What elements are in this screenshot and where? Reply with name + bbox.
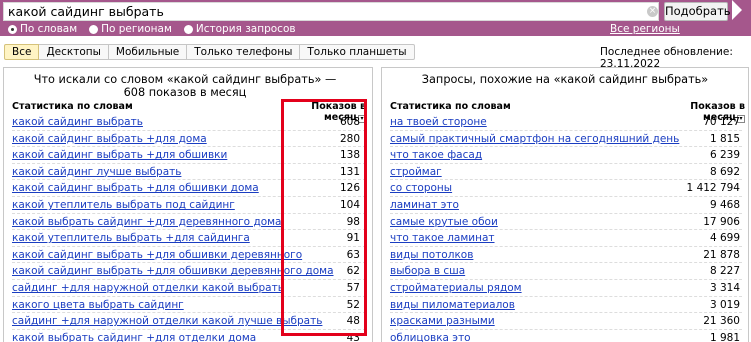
keyword-link[interactable]: сайдинг +для наружной отделки какой лучш… bbox=[12, 315, 322, 327]
keyword-link[interactable]: красками разными bbox=[390, 315, 495, 327]
table-row: ламинат это 9 468 bbox=[390, 197, 742, 214]
tab-desktops[interactable]: Десктопы bbox=[39, 44, 109, 60]
table-row: облицовка это 1 981 bbox=[390, 330, 742, 342]
impressions-count: 6 239 bbox=[709, 149, 740, 162]
arrow-tail-decoration bbox=[732, 0, 742, 20]
right-panel: Запросы, похожие на «какой сайдинг выбра… bbox=[381, 67, 749, 342]
tab-mobile[interactable]: Мобильные bbox=[108, 44, 188, 60]
keyword-link[interactable]: со стороны bbox=[390, 182, 452, 194]
impressions-count: 3 314 bbox=[709, 282, 740, 294]
radio-checked-icon[interactable] bbox=[8, 24, 17, 34]
radio-by-words[interactable]: По словам bbox=[8, 23, 77, 35]
impressions-count: 1 815 bbox=[709, 132, 740, 145]
impressions-count: 1 981 bbox=[709, 331, 740, 342]
keyword-link[interactable]: сайдинг +для наружной отделки какой выбр… bbox=[12, 282, 284, 294]
table-row: красками разными 21 360 bbox=[390, 313, 742, 330]
tab-all[interactable]: Все bbox=[4, 44, 40, 60]
radio-label: По словам bbox=[20, 23, 78, 35]
keyword-link[interactable]: какой утеплитель выбрать +для сайдинга bbox=[12, 232, 250, 244]
keyword-link[interactable]: какой утеплитель выбрать под сайдинг bbox=[12, 199, 235, 211]
all-regions-link[interactable]: Все регионы bbox=[610, 23, 680, 35]
keyword-link[interactable]: облицовка это bbox=[390, 332, 471, 342]
keyword-link[interactable]: какой сайдинг выбрать +для дома bbox=[12, 133, 207, 145]
impressions-count: 70 127 bbox=[703, 116, 740, 128]
table-row: самые крутые обои 17 906 bbox=[390, 214, 742, 231]
right-col-count[interactable]: Показов в месяц ▾ bbox=[657, 101, 745, 123]
impressions-count: 8 227 bbox=[709, 265, 740, 278]
device-tabs: Все Десктопы Мобильные Только телефоны Т… bbox=[4, 44, 415, 60]
impressions-count: 1 412 794 bbox=[686, 182, 740, 195]
keyword-link[interactable]: самые крутые обои bbox=[390, 216, 498, 228]
radio-by-regions[interactable]: По регионам bbox=[89, 23, 172, 35]
keyword-link[interactable]: какой выбрать сайдинг +для отделки дома bbox=[12, 332, 256, 342]
search-bar: какой сайдинг выбрать × Подобрать По сло… bbox=[0, 0, 751, 36]
keyword-link[interactable]: какой сайдинг выбрать +для обшивки bbox=[12, 149, 227, 161]
highlight-frame bbox=[281, 99, 367, 336]
table-row: на твоей стороне 70 127 bbox=[390, 114, 742, 131]
radio-unchecked-icon[interactable] bbox=[183, 24, 193, 34]
left-panel-title: Что искали со словом «какой сайдинг выбр… bbox=[33, 73, 337, 99]
keyword-link[interactable]: какой сайдинг выбрать +для обшивки дерев… bbox=[12, 249, 302, 261]
keyword-link[interactable]: виды потолков bbox=[390, 249, 473, 261]
keyword-link[interactable]: стройматериалы рядом bbox=[390, 282, 522, 294]
impressions-count: 3 019 bbox=[709, 298, 740, 311]
keyword-link[interactable]: виды пиломатериалов bbox=[390, 299, 515, 311]
tab-tablets-only[interactable]: Только планшеты bbox=[300, 44, 415, 60]
keyword-link[interactable]: на твоей стороне bbox=[390, 116, 487, 128]
clear-icon[interactable]: × bbox=[647, 6, 658, 17]
impressions-count: 4 699 bbox=[709, 232, 740, 245]
keyword-link[interactable]: какого цвета выбрать сайдинг bbox=[12, 299, 184, 311]
keyword-link[interactable]: какой сайдинг выбрать bbox=[12, 116, 143, 128]
radio-label: По регионам bbox=[101, 23, 172, 35]
keyword-link[interactable]: строймаг bbox=[390, 166, 442, 178]
search-input[interactable]: какой сайдинг выбрать bbox=[3, 2, 659, 21]
impressions-count: 9 468 bbox=[709, 199, 740, 211]
find-button[interactable]: Подобрать bbox=[664, 2, 731, 21]
left-col-keyword: Статистика по словам bbox=[12, 101, 133, 112]
keyword-link[interactable]: какой сайдинг выбрать +для обшивки дома bbox=[12, 182, 259, 194]
impressions-count: 8 692 bbox=[709, 165, 740, 178]
radio-label: История запросов bbox=[195, 23, 296, 35]
tab-phones-only[interactable]: Только телефоны bbox=[187, 44, 301, 60]
right-panel-title: Запросы, похожие на «какой сайдинг выбра… bbox=[421, 73, 709, 86]
right-col-keyword: Статистика по словам bbox=[390, 101, 511, 112]
table-row: самый практичный смартфон на сегодняшний… bbox=[390, 131, 742, 148]
keyword-link[interactable]: самый практичный смартфон на сегодняшний… bbox=[390, 133, 679, 145]
table-row: стройматериалы рядом 3 314 bbox=[390, 280, 742, 297]
table-row: со стороны 1 412 794 bbox=[390, 180, 742, 197]
impressions-count: 21 360 bbox=[703, 315, 740, 328]
table-row: что такое ламинат 4 699 bbox=[390, 230, 742, 247]
keyword-link[interactable]: выбора в сша bbox=[390, 265, 465, 277]
keyword-link[interactable]: ламинат это bbox=[390, 199, 459, 211]
table-row: виды пиломатериалов 3 019 bbox=[390, 297, 742, 314]
keyword-link[interactable]: что такое ламинат bbox=[390, 232, 495, 244]
search-mode-radios: По словам По регионам История запросов bbox=[8, 23, 308, 35]
impressions-count: 17 906 bbox=[703, 215, 740, 228]
keyword-link[interactable]: какой выбрать сайдинг +для деревянного д… bbox=[12, 216, 281, 228]
table-row: выбора в сша 8 227 bbox=[390, 263, 742, 280]
table-row: что такое фасад 6 239 bbox=[390, 147, 742, 164]
table-row: виды потолков 21 878 bbox=[390, 247, 742, 264]
keyword-link[interactable]: какой сайдинг лучше выбрать bbox=[12, 166, 181, 178]
table-row: строймаг 8 692 bbox=[390, 164, 742, 181]
radio-unchecked-icon[interactable] bbox=[89, 24, 99, 34]
keyword-link[interactable]: что такое фасад bbox=[390, 149, 482, 161]
impressions-count: 21 878 bbox=[703, 248, 740, 261]
radio-history[interactable]: История запросов bbox=[183, 23, 296, 35]
